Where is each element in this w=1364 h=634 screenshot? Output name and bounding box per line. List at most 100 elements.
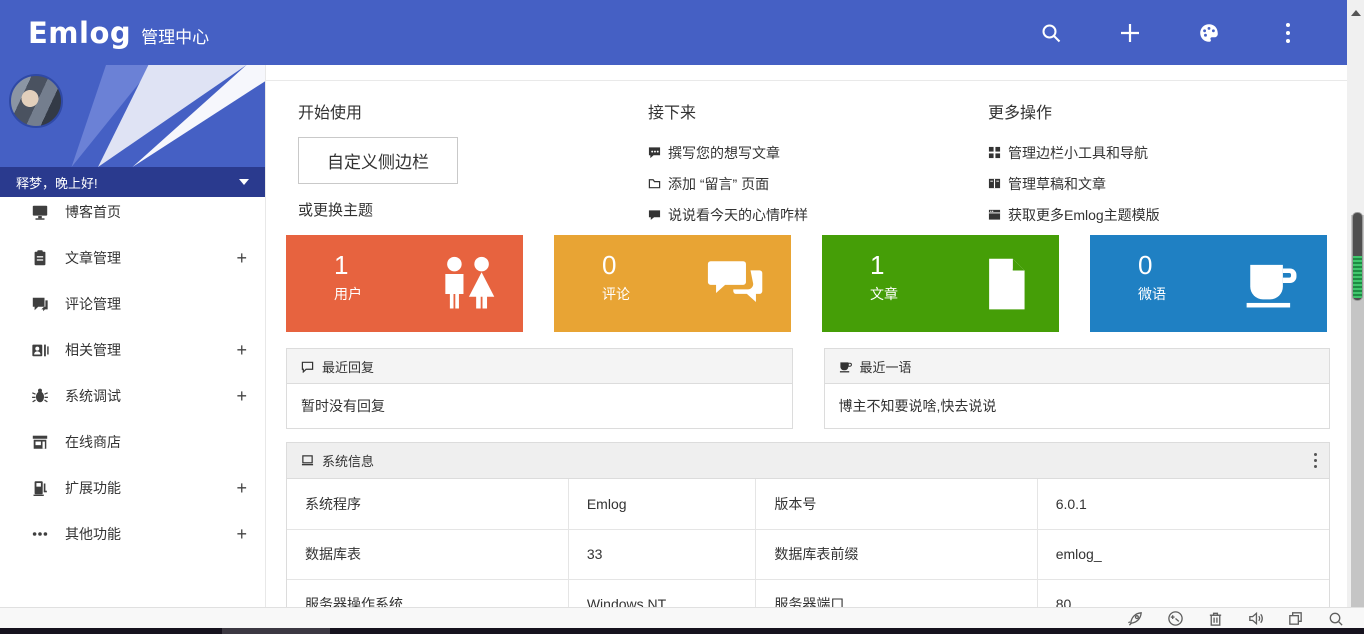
sidebar-item-label: 扩展功能 [65, 478, 121, 498]
stat-card-twitter[interactable]: 0 微语 [1090, 235, 1327, 332]
app-header: Emlog 管理中心 [0, 0, 1347, 65]
panel-title: 最近一语 [860, 357, 912, 376]
system-info-panel: 系统信息 系统程序 Emlog 版本号 6.0.1 数据库表 33 数据库表前缀… [286, 442, 1330, 629]
info-label: 数据库表前缀 [756, 529, 1037, 579]
start-title: 开始使用 [298, 99, 648, 123]
sidebar-item-other[interactable]: 其他功能 + [0, 511, 265, 557]
sidebar-item-label: 博客首页 [65, 202, 121, 222]
panel-options-icon[interactable] [1314, 453, 1317, 468]
scroll-up-arrow-icon[interactable] [1351, 10, 1361, 16]
taskbar-segment [222, 628, 330, 634]
add-icon[interactable] [1119, 22, 1141, 44]
expand-plus-icon[interactable]: + [236, 524, 247, 545]
sidebar-item-label: 在线商店 [65, 432, 121, 452]
expand-plus-icon[interactable]: + [236, 478, 247, 499]
taskbar-strip [0, 628, 1364, 634]
folder-icon [648, 177, 661, 190]
panel-body: 暂时没有回复 [287, 384, 792, 428]
scrollbar[interactable] [1347, 0, 1364, 628]
table-row: 数据库表 33 数据库表前缀 emlog_ [287, 529, 1329, 579]
sidebar-item-comments[interactable]: 评论管理 [0, 281, 265, 327]
info-label: 版本号 [756, 479, 1037, 529]
brand: Emlog 管理中心 [28, 16, 209, 50]
system-info-title: 系统信息 [322, 451, 374, 470]
sidebar-item-articles[interactable]: 文章管理 + [0, 235, 265, 281]
expand-plus-icon[interactable]: + [236, 248, 247, 269]
page-search-icon[interactable] [1326, 609, 1344, 627]
sidebar-item-related[interactable]: 相关管理 + [0, 327, 265, 373]
change-theme-link[interactable]: 或更换主题 [298, 199, 648, 220]
related-icon [30, 341, 50, 359]
plugin-pump-icon [30, 479, 50, 497]
welcome-more-col: 更多操作 管理边栏小工具和导航 管理草稿和文章 获取更多Emlog主题模版 [988, 99, 1347, 230]
sidebar-item-label: 系统调试 [65, 386, 121, 406]
expand-plus-icon[interactable]: + [236, 386, 247, 407]
panel-header: 最近一语 [825, 349, 1330, 384]
stat-card-users[interactable]: 1 用户 [286, 235, 523, 332]
widgets-grid-icon [988, 146, 1001, 159]
sidebar-item-debug[interactable]: 系统调试 + [0, 373, 265, 419]
book-icon [988, 177, 1001, 190]
profile-card [0, 65, 265, 167]
sidebar-item-label: 评论管理 [65, 294, 121, 314]
emlog-logo: Emlog [28, 16, 131, 50]
rocket-icon[interactable] [1126, 609, 1144, 627]
next-title: 接下来 [648, 99, 988, 123]
kebab-menu-icon[interactable] [1277, 22, 1299, 44]
write-post-link[interactable]: 撰写您的想写文章 [648, 137, 988, 168]
speaker-icon[interactable] [1246, 609, 1264, 627]
sidebar-item-plugins[interactable]: 扩展功能 + [0, 465, 265, 511]
comment-icon [30, 295, 50, 313]
manage-widgets-link[interactable]: 管理边栏小工具和导航 [988, 137, 1347, 168]
file-icon [979, 254, 1033, 314]
sidebar-item-blog-home[interactable]: 博客首页 [0, 189, 265, 235]
welcome-section: 开始使用 自定义侧边栏 或更换主题 接下来 撰写您的想写文章 添加 “留言” 页… [265, 80, 1347, 230]
comment-icon [301, 360, 314, 373]
get-themes-link[interactable]: 获取更多Emlog主题模版 [988, 199, 1347, 230]
more-title: 更多操作 [988, 99, 1347, 123]
welcome-start-col: 开始使用 自定义侧边栏 或更换主题 [298, 99, 648, 230]
stat-card-posts[interactable]: 1 文章 [822, 235, 1059, 332]
expand-plus-icon[interactable]: + [236, 340, 247, 361]
recent-twitter-panel: 最近一语 博主不知要说啥,快去说说 [824, 348, 1331, 429]
monitor-icon [30, 203, 50, 221]
header-actions [1040, 22, 1299, 44]
trash-icon[interactable] [1206, 609, 1224, 627]
scrollbar-thumb[interactable] [1352, 212, 1363, 301]
ellipsis-icon [30, 525, 50, 543]
sidebar-item-store[interactable]: 在线商店 [0, 419, 265, 465]
sidebar-item-label: 其他功能 [65, 524, 121, 544]
add-page-link[interactable]: 添加 “留言” 页面 [648, 168, 988, 199]
customize-sidebar-button[interactable]: 自定义侧边栏 [298, 137, 458, 184]
article-icon [30, 249, 50, 267]
palette-icon[interactable] [1198, 22, 1220, 44]
scrollbar-thumb-stripes [1353, 256, 1362, 298]
write-twitter-link[interactable]: 说说看今天的心情咋样 [648, 199, 988, 230]
search-icon[interactable] [1040, 22, 1062, 44]
info-value: Emlog [568, 479, 756, 529]
system-info-header: 系统信息 [287, 443, 1329, 479]
panel-header: 最近回复 [287, 349, 792, 384]
cup-icon [839, 360, 852, 373]
windows-overlap-icon[interactable] [1286, 609, 1304, 627]
write-icon [648, 146, 661, 159]
info-value: 33 [568, 529, 756, 579]
sidebar-item-label: 文章管理 [65, 248, 121, 268]
browser-status-bar [0, 607, 1364, 628]
avatar[interactable] [9, 74, 63, 128]
sidebar-item-label: 相关管理 [65, 340, 121, 360]
cup-icon [1243, 254, 1301, 312]
sidebar-menu: 博客首页 文章管理 + 评论管理 相关管理 + 系统调试 [0, 167, 265, 557]
compass-plus-icon[interactable] [1166, 609, 1184, 627]
stat-card-comments[interactable]: 0 评论 [554, 235, 791, 332]
recent-replies-panel: 最近回复 暂时没有回复 [286, 348, 793, 429]
chat-icon [648, 208, 661, 221]
users-icon [439, 254, 497, 314]
sidebar: 释梦，晚上好! 博客首页 文章管理 + 评论管理 相关管理 [0, 65, 265, 607]
browser-icon [988, 208, 1001, 221]
stat-cards: 1 用户 0 评论 1 文章 0 微语 [286, 235, 1327, 332]
manage-drafts-link[interactable]: 管理草稿和文章 [988, 168, 1347, 199]
info-label: 数据库表 [287, 529, 568, 579]
store-icon [30, 433, 50, 451]
laptop-icon [301, 454, 314, 467]
